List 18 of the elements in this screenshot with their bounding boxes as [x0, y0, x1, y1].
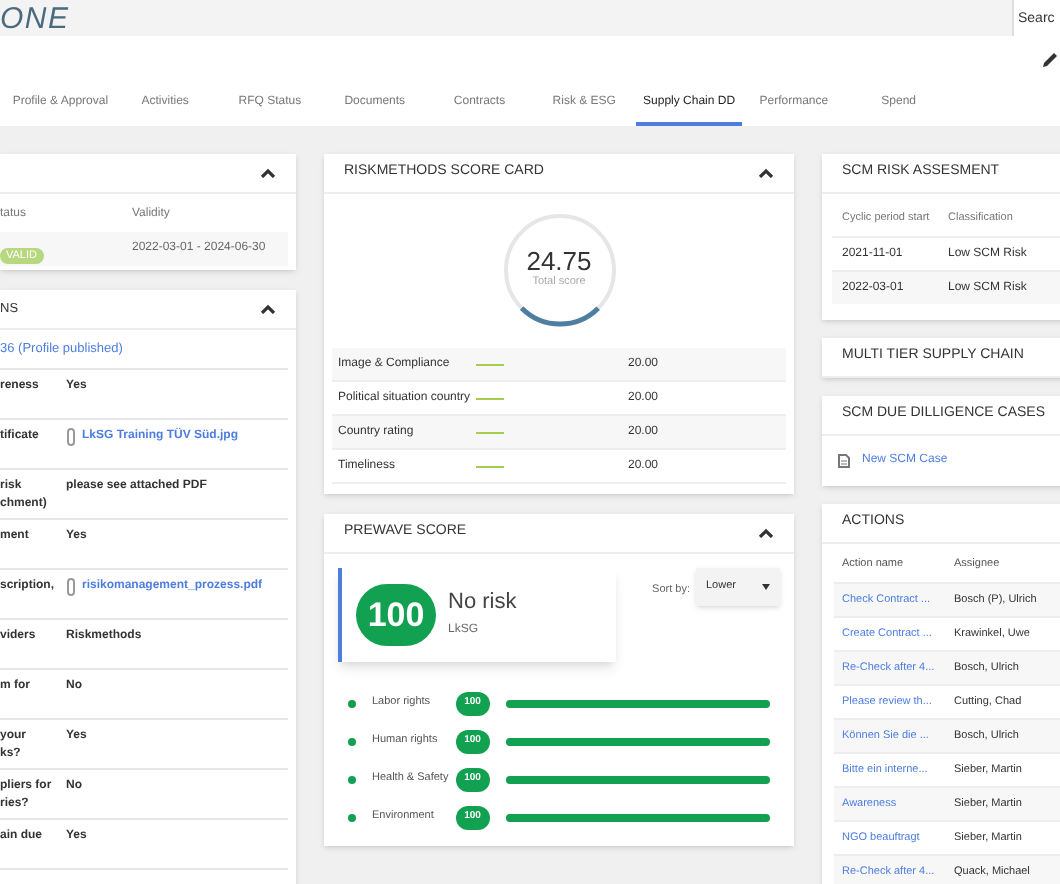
caret-icon [762, 584, 770, 590]
collapse-icon[interactable] [758, 168, 774, 178]
score-dash [476, 363, 504, 365]
risk-label: No risk [448, 591, 517, 613]
collapse-icon[interactable] [758, 528, 774, 538]
paperclip-icon [66, 578, 76, 596]
paperclip-icon [66, 428, 76, 446]
total-score: 24.75 [526, 248, 592, 275]
collapse-icon[interactable] [260, 304, 276, 314]
document-icon [838, 454, 850, 468]
score-dash [476, 465, 504, 467]
collapse-icon[interactable] [260, 168, 276, 178]
pencil-icon[interactable] [1042, 51, 1058, 67]
score-dash [476, 397, 504, 399]
score-badge: 100 [356, 584, 436, 646]
score-gauge [501, 212, 617, 328]
logo: ONE [0, 3, 70, 33]
score-dash [476, 431, 504, 433]
